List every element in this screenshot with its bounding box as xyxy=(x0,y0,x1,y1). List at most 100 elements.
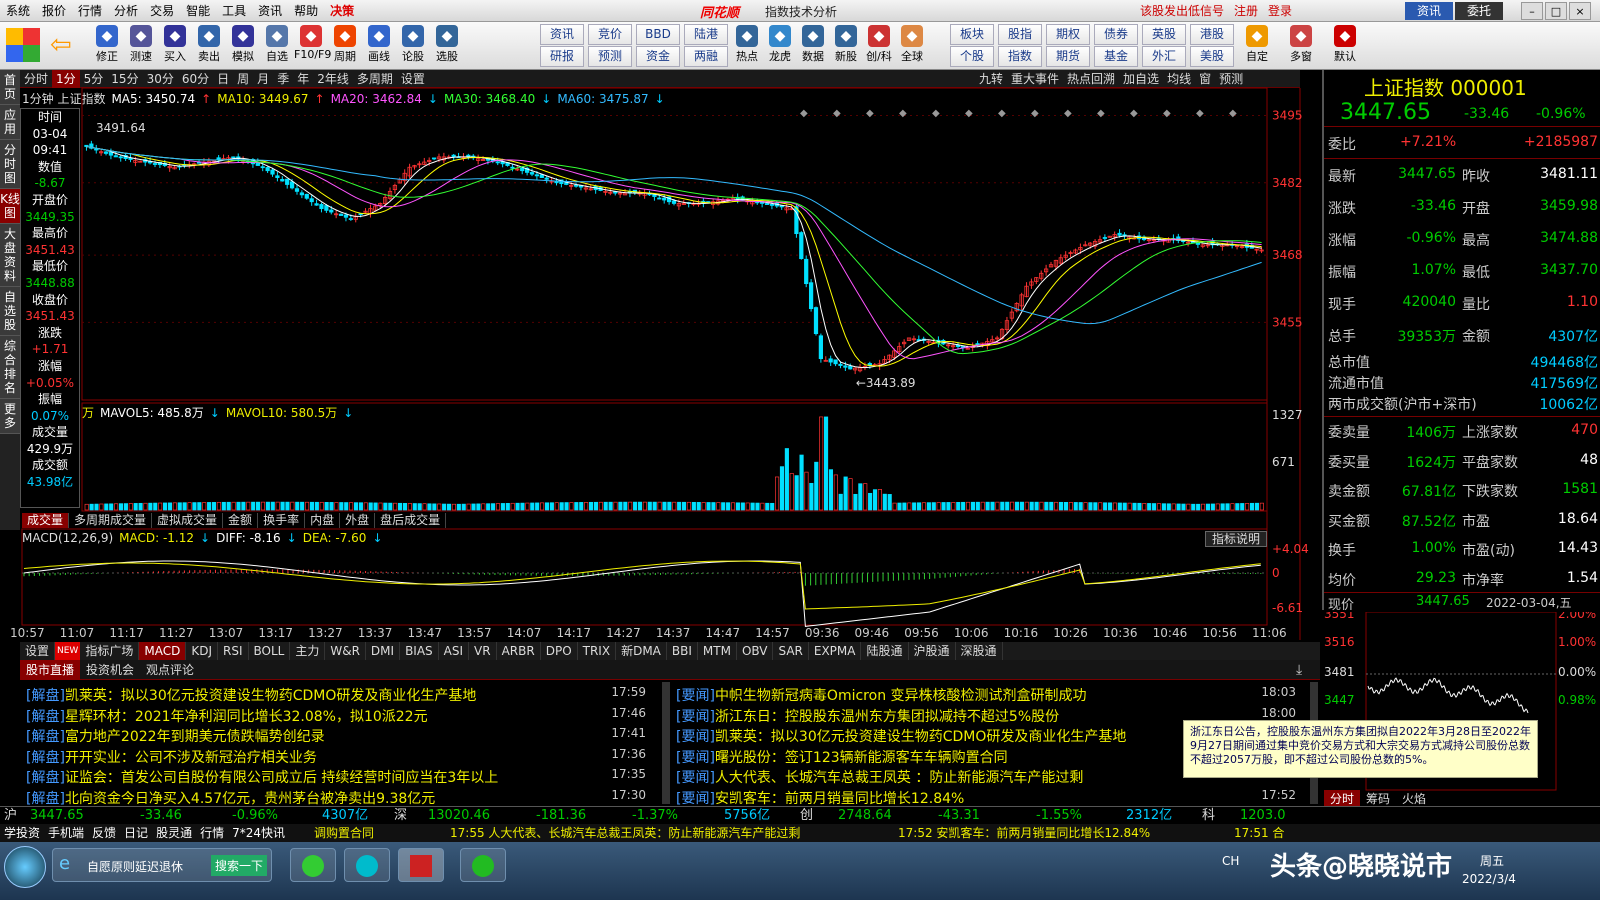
indicator-tab[interactable]: BIAS xyxy=(400,642,439,660)
indicator-tab[interactable]: W&R xyxy=(325,642,366,660)
indicator-tab[interactable]: KDJ xyxy=(186,642,218,660)
scroll-news-2[interactable]: 17:55 人大代表、长城汽车总裁王凤英：防止新能源汽车产能过剩 xyxy=(446,824,804,842)
news-tag: [要闻] xyxy=(676,688,715,704)
volume-bar xyxy=(921,502,927,511)
scroll-news-3[interactable]: 17:52 安凯客车：前两月销量同比增长12.84% xyxy=(894,824,1154,842)
volume-bar xyxy=(192,502,197,511)
indicator-tab[interactable]: EXPMA xyxy=(809,642,862,660)
divider xyxy=(1324,416,1600,417)
mini-tab[interactable]: 火焰 xyxy=(1396,790,1432,807)
bottom-tool-item[interactable]: 手机端 xyxy=(44,824,88,842)
close-icon[interactable]: × xyxy=(1569,2,1591,20)
bottom-tool-item[interactable]: 行情 xyxy=(196,824,228,842)
volume-bar xyxy=(515,502,520,511)
news-item[interactable]: [要闻]中帜生物新冠病毒Omicron 变异株核酸检测试剂盒研制成功 18:03 xyxy=(676,685,1296,705)
scroll-news-1[interactable]: 调购置合同 xyxy=(310,824,378,842)
indicator-tab[interactable]: BBI xyxy=(667,642,698,660)
download-icon[interactable]: ⤓ xyxy=(1296,662,1302,678)
minimize-icon[interactable]: – xyxy=(1521,2,1543,20)
bottom-tool-item[interactable]: 学投资 xyxy=(0,824,44,842)
volume-bar xyxy=(231,501,236,511)
indicator-tab[interactable]: MTM xyxy=(698,642,737,660)
quote-value: 29.23 xyxy=(1415,569,1456,586)
indicator-tab[interactable]: DMI xyxy=(366,642,401,660)
volume-tab[interactable]: 换手率 xyxy=(258,513,306,528)
scroll-news-4[interactable]: 17:51 合 xyxy=(1230,824,1288,842)
news-item[interactable]: [要闻]安凯客车：前两月销量同比增长12.84% 17:52 xyxy=(676,788,1296,808)
volume-tab[interactable]: 虚拟成交量 xyxy=(152,513,224,528)
maximize-icon[interactable]: □ xyxy=(1545,2,1567,20)
ticker-sh-chg: -33.46 xyxy=(140,808,182,823)
mini-tab[interactable]: 筹码 xyxy=(1360,790,1396,807)
indicator-tab[interactable]: 深股通 xyxy=(956,642,1003,660)
bottom-tool-item[interactable]: 股灵通 xyxy=(152,824,196,842)
bottom-tool-item[interactable]: 7*24快讯 xyxy=(228,824,289,842)
volume-tab[interactable]: 成交量 xyxy=(22,513,70,528)
indicator-tab[interactable]: 主力 xyxy=(290,642,326,660)
taskbar-app-4[interactable] xyxy=(460,848,506,882)
toolbar-button[interactable]: ◆ 默认 xyxy=(1328,24,1362,68)
news-item[interactable]: [解盘]星辉环材：2021年净利润同比增长32.08%，拟10派22元 17:46 xyxy=(26,706,646,726)
order-button[interactable]: 委托 xyxy=(1455,2,1503,20)
indicator-tab[interactable]: RSI xyxy=(218,642,249,660)
indicator-tab[interactable]: OBV xyxy=(737,642,774,660)
start-button-icon[interactable] xyxy=(4,846,46,888)
volume-bar xyxy=(99,503,104,511)
news-tab[interactable]: 观点评论 xyxy=(140,660,200,680)
indicator-tab[interactable]: 陆股通 xyxy=(861,642,909,660)
volume-bar xyxy=(540,502,545,511)
ticker-sz-pct: -1.37% xyxy=(632,808,678,823)
volume-tab[interactable]: 盘后成交量 xyxy=(375,513,447,528)
language-indicator[interactable]: CH xyxy=(1222,854,1239,868)
mini-tab[interactable]: 分时 xyxy=(1324,789,1361,807)
search-button[interactable]: 搜索一下 xyxy=(211,855,268,876)
volume-bar xyxy=(319,501,324,511)
indicator-tab[interactable]: TRIX xyxy=(578,642,617,660)
indicator-tab[interactable]: 沪股通 xyxy=(909,642,956,660)
indicator-tab[interactable]: VR xyxy=(469,642,497,660)
volume-tab[interactable]: 外盘 xyxy=(340,513,376,528)
indicator-tab[interactable]: BOLL xyxy=(249,642,291,660)
candle xyxy=(152,163,158,165)
news-scrollbar[interactable] xyxy=(662,682,670,804)
indicator-tab[interactable]: SAR xyxy=(773,642,809,660)
indicator-tab[interactable]: 设置 xyxy=(20,642,56,660)
indicator-tab[interactable]: DPO xyxy=(541,642,578,660)
volume-bar xyxy=(143,502,148,511)
indicator-help-button[interactable]: 指标说明 xyxy=(1205,531,1267,547)
news-button[interactable]: 资讯 xyxy=(1405,2,1453,20)
ticker-cy-price: 2748.64 xyxy=(838,808,892,823)
news-tab[interactable]: 投资机会 xyxy=(80,660,140,680)
indicator-tab[interactable]: 新DMA xyxy=(616,642,667,660)
price-tick: 3482 xyxy=(1272,176,1303,190)
announcement-popup[interactable]: 浙江东日公告，控股股东温州东方集团拟自2022年3月28日至2022年9月27日… xyxy=(1183,720,1538,778)
news-item[interactable]: [解盘]证监会：首发公司自股份有限公司成立后 持续经营时间应当在3年以上 17:3… xyxy=(26,767,646,787)
bottom-tool-item[interactable]: 日记 xyxy=(120,824,152,842)
indicator-tab[interactable]: ARBR xyxy=(497,642,541,660)
new-badge: NEW xyxy=(55,642,81,660)
news-item[interactable]: [解盘]凯莱英：拟以30亿元投资建设生物药CDMO研发及商业化生产基地 17:59 xyxy=(26,685,646,705)
taskbar-app-1[interactable] xyxy=(290,848,336,882)
indicator-tab[interactable]: ASI xyxy=(439,642,470,660)
news-item[interactable]: [解盘]开开实业：公司不涉及新冠治疗相关业务 17:36 xyxy=(26,747,646,767)
quote-pct: -0.96% xyxy=(1536,106,1586,122)
bottom-tool-item[interactable]: 反馈 xyxy=(88,824,120,842)
news-item[interactable]: [解盘]北向资金今日净买入4.57亿元，贵州茅台被净卖出9.38亿元 17:30 xyxy=(26,788,646,808)
news-item[interactable]: [解盘]富力地产2022年到期美元债跌幅势创纪录 17:41 xyxy=(26,726,646,746)
taskbar-app-2[interactable] xyxy=(344,848,390,882)
time-tick: 10:46 xyxy=(1153,626,1188,640)
volume-tab[interactable]: 金额 xyxy=(223,513,259,528)
news-tab[interactable]: 股市直播 xyxy=(20,659,81,680)
price-tick: 3468 xyxy=(1272,248,1303,262)
volume-tab[interactable]: 多周期成交量 xyxy=(69,513,153,528)
ma-line-60 xyxy=(86,146,1262,325)
volume-bar xyxy=(853,493,858,511)
volume-bar xyxy=(388,502,393,511)
taskbar-app-3[interactable] xyxy=(398,848,444,882)
indicator-tab[interactable]: MACD xyxy=(139,642,187,660)
volume-bar xyxy=(716,502,721,511)
taskbar-ie-window[interactable]: e 自愿原则延迟退休 搜索一下 xyxy=(52,848,272,882)
info-time-label: 时间 xyxy=(37,110,62,124)
volume-tab[interactable]: 内盘 xyxy=(305,513,341,528)
indicator-tab[interactable]: 指标广场 xyxy=(80,642,140,660)
